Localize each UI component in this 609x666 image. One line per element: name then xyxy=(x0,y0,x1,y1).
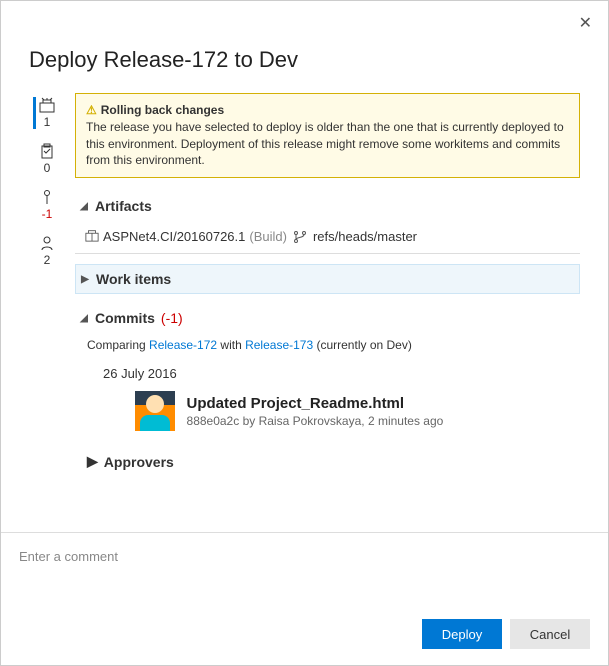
package-icon xyxy=(85,228,99,245)
warning-icon: ⚠ xyxy=(86,103,97,117)
workitems-label: Work items xyxy=(96,271,171,287)
compare-text: Comparing Release-172 with Release-173 (… xyxy=(75,332,580,366)
deploy-button[interactable]: Deploy xyxy=(422,619,502,649)
artifacts-label: Artifacts xyxy=(95,198,152,214)
commits-count: -1 xyxy=(42,207,53,221)
branch-icon xyxy=(293,230,307,244)
cancel-button[interactable]: Cancel xyxy=(510,619,590,649)
artifact-name: ASPNet4.CI/20160726.1 xyxy=(103,229,245,244)
link-release-a[interactable]: Release-172 xyxy=(149,338,217,352)
comment-input[interactable] xyxy=(1,533,608,599)
chevron-down-icon: ◢ xyxy=(79,313,89,324)
artifact-row: ASPNet4.CI/20160726.1 (Build) refs/heads/… xyxy=(75,220,580,254)
sidebar-item-workitems[interactable]: 0 xyxy=(39,143,55,175)
chevron-down-icon: ◢ xyxy=(79,201,89,212)
section-header-approvers[interactable]: ▶ Approvers xyxy=(83,447,580,476)
sidebar-item-commits[interactable]: -1 xyxy=(39,189,55,221)
commit-meta: 888e0a2c by Raisa Pokrovskaya, 2 minutes… xyxy=(187,414,444,428)
chevron-right-icon: ▶ xyxy=(80,274,90,285)
sidebar: 1 0 -1 2 xyxy=(29,93,65,532)
section-header-workitems[interactable]: ▶ Work items xyxy=(75,264,580,294)
commit-title: Updated Project_Readme.html xyxy=(187,395,444,412)
artifacts-count: 1 xyxy=(44,115,51,129)
section-header-commits[interactable]: ◢ Commits (-1) xyxy=(75,304,580,332)
sidebar-item-artifacts[interactable]: 1 xyxy=(33,97,55,129)
workitems-count: 0 xyxy=(44,161,51,175)
artifact-icon xyxy=(39,97,55,113)
link-release-b[interactable]: Release-173 xyxy=(245,338,313,352)
commits-label: Commits xyxy=(95,310,155,326)
sidebar-item-approvers[interactable]: 2 xyxy=(39,235,55,267)
commits-delta: (-1) xyxy=(161,310,183,326)
dialog-title: Deploy Release-172 to Dev xyxy=(1,37,608,93)
artifact-branch: refs/heads/master xyxy=(313,229,417,244)
main-panel: ⚠ Rolling back changes The release you ha… xyxy=(65,93,580,532)
workitem-icon xyxy=(39,143,55,159)
approvers-label: Approvers xyxy=(104,454,174,470)
approver-icon xyxy=(39,235,55,251)
close-icon[interactable]: ✕ xyxy=(573,9,598,37)
commit-icon xyxy=(39,189,55,205)
warning-body: The release you have selected to deploy … xyxy=(86,119,569,169)
rollback-warning: ⚠ Rolling back changes The release you ha… xyxy=(75,93,580,178)
warning-title: Rolling back changes xyxy=(101,103,224,117)
section-header-artifacts[interactable]: ◢ Artifacts xyxy=(75,192,580,220)
artifact-type: (Build) xyxy=(249,229,287,244)
chevron-right-icon: ▶ xyxy=(87,453,98,470)
approvers-count: 2 xyxy=(44,253,51,267)
commit-row[interactable]: • Updated Project_Readme.html 888e0a2c b… xyxy=(75,391,580,431)
commit-date: 26 July 2016 xyxy=(75,366,580,381)
avatar xyxy=(135,391,175,431)
